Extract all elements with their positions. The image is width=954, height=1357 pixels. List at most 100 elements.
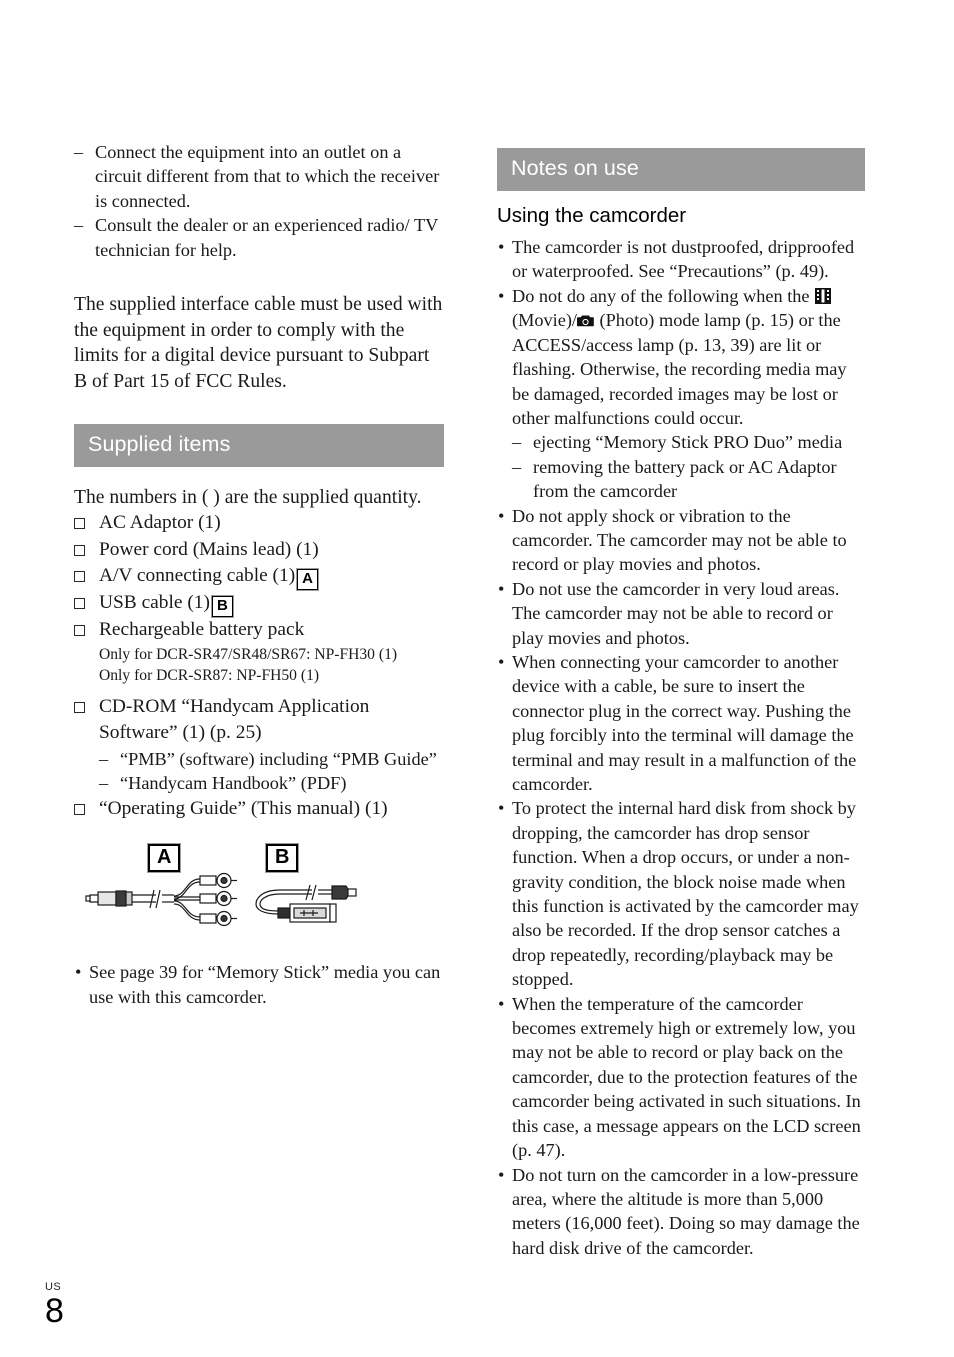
left-column: – Connect the equipment into an outlet on… bbox=[74, 140, 444, 1009]
dash-marker: – bbox=[99, 749, 109, 769]
list-item-text: CD-ROM “Handycam Application Software” (… bbox=[99, 695, 370, 744]
list-item: Power cord (Mains lead) (1) bbox=[74, 537, 444, 564]
checkbox-icon bbox=[74, 571, 85, 583]
list-item-text: Consult the dealer or an experienced rad… bbox=[95, 215, 438, 260]
checkbox-icon bbox=[74, 701, 85, 713]
bullet-marker: • bbox=[498, 798, 505, 819]
bullet-marker: • bbox=[498, 651, 505, 672]
list-item-text: (Movie)/ bbox=[512, 310, 577, 331]
list-item-text: A/V connecting cable (1) bbox=[99, 565, 296, 587]
list-item: – Connect the equipment into an outlet on… bbox=[74, 140, 444, 213]
list-item-text: “Operating Guide” (This manual) (1) bbox=[99, 797, 388, 819]
list-item-text: Do not turn on the camcorder in a low-pr… bbox=[512, 1164, 860, 1258]
list-item-text: The camcorder is not dustproofed, drippr… bbox=[512, 237, 855, 282]
subheading-using-the-camcorder: Using the camcorder bbox=[497, 203, 687, 227]
dash-marker: – bbox=[99, 773, 109, 794]
av-cable-graphic bbox=[85, 873, 237, 927]
memory-stick-note-list: • See page 39 for “Memory Stick” media y… bbox=[74, 960, 444, 1009]
movie-film-icon bbox=[815, 287, 832, 304]
list-item: • Do not do any of the following when th… bbox=[497, 284, 865, 504]
cdrom-sub-list: – “PMB” (software) including “PMB Guide” … bbox=[74, 747, 444, 796]
document-page: – Connect the equipment into an outlet on… bbox=[0, 0, 954, 1357]
list-item: • To protect the internal hard disk from… bbox=[497, 796, 865, 991]
checkbox-icon bbox=[74, 625, 85, 637]
list-item: – removing the battery pack or AC Adaptor… bbox=[512, 455, 865, 504]
list-item-text: When the temperature of the camcorder be… bbox=[512, 993, 861, 1161]
checkbox-icon bbox=[74, 518, 85, 530]
photo-camera-icon bbox=[576, 315, 594, 327]
right-column: Notes on use Using the camcorder • The c… bbox=[497, 148, 865, 1260]
cdrom-item-list: CD-ROM “Handycam Application Software” (… bbox=[74, 694, 444, 747]
supplied-items-list: AC Adaptor (1) Power cord (Mains lead) (… bbox=[74, 510, 444, 644]
list-item: USB cable (1) B bbox=[74, 590, 444, 619]
dash-marker: – bbox=[512, 432, 522, 453]
list-item-text: See page 39 for “Memory Stick” media you… bbox=[89, 962, 441, 1007]
cable-illustration: A B bbox=[74, 843, 444, 936]
bullet-marker: • bbox=[498, 505, 505, 526]
list-item: • Do not use the camcorder in very loud … bbox=[497, 577, 865, 650]
list-item: A/V connecting cable (1) A bbox=[74, 563, 444, 592]
list-item-text: ejecting “Memory Stick PRO Duo” media bbox=[533, 432, 843, 453]
bullet-marker: • bbox=[498, 237, 505, 258]
usb-cable-graphic bbox=[255, 885, 357, 924]
battery-note-2: Only for DCR-SR87: NP-FH50 (1) bbox=[99, 666, 320, 684]
bullet-marker: • bbox=[498, 1164, 505, 1185]
list-item: “Operating Guide” (This manual) (1) bbox=[74, 796, 444, 823]
list-item: – ejecting “Memory Stick PRO Duo” media bbox=[512, 430, 865, 454]
list-item-text: When connecting your camcorder to anothe… bbox=[512, 651, 857, 794]
checkbox-icon bbox=[74, 544, 85, 556]
figure-badge-b: B bbox=[264, 843, 300, 874]
fcc-paragraph: The supplied interface cable must be use… bbox=[74, 294, 443, 392]
list-item: • When connecting your camcorder to anot… bbox=[497, 650, 865, 796]
supplied-items-intro: The numbers in ( ) are the supplied quan… bbox=[74, 486, 422, 508]
list-item-text: removing the battery pack or AC Adaptor … bbox=[533, 456, 837, 502]
list-item-text: “PMB” (software) including “PMB Guide” bbox=[120, 749, 437, 769]
reference-badge-a: A bbox=[296, 568, 320, 592]
list-item-text: Power cord (Mains lead) (1) bbox=[99, 538, 319, 560]
list-item-text: Connect the equipment into an outlet on … bbox=[95, 142, 440, 211]
bullet-marker: • bbox=[498, 285, 505, 306]
fcc-dash-list: – Connect the equipment into an outlet on… bbox=[74, 140, 444, 262]
list-item-text: USB cable (1) bbox=[99, 592, 210, 614]
list-item: AC Adaptor (1) bbox=[74, 510, 444, 537]
list-item: • The camcorder is not dustproofed, drip… bbox=[497, 235, 865, 284]
dash-marker: – bbox=[512, 456, 522, 477]
battery-note-1: Only for DCR-SR47/SR48/SR67: NP-FH30 (1) bbox=[99, 645, 398, 663]
bullet-marker: • bbox=[75, 962, 82, 983]
list-item-text: AC Adaptor (1) bbox=[99, 512, 221, 534]
list-item: • See page 39 for “Memory Stick” media y… bbox=[74, 960, 444, 1009]
checkbox-icon bbox=[74, 803, 85, 815]
dash-marker: – bbox=[74, 142, 84, 162]
list-item-text: Rechargeable battery pack bbox=[99, 619, 305, 641]
list-item-text: “Handycam Handbook” (PDF) bbox=[120, 773, 347, 794]
list-item-text: Do not apply shock or vibration to the c… bbox=[512, 505, 847, 575]
list-item: – Consult the dealer or an experienced ra… bbox=[74, 213, 444, 262]
reference-badge-b: B bbox=[210, 595, 234, 619]
mode-lamp-sub-list: – ejecting “Memory Stick PRO Duo” media –… bbox=[512, 430, 865, 503]
list-item: Rechargeable battery pack bbox=[74, 617, 444, 644]
list-item-text: To protect the internal hard disk from s… bbox=[512, 798, 859, 990]
section-header-notes-on-use: Notes on use bbox=[497, 148, 865, 191]
figure-badge-a: A bbox=[146, 843, 182, 874]
cable-diagram bbox=[85, 873, 357, 927]
page-number: 8 bbox=[45, 1292, 64, 1330]
list-item: – “PMB” (software) including “PMB Guide” bbox=[99, 747, 444, 771]
bullet-marker: • bbox=[498, 578, 505, 599]
list-item: • Do not apply shock or vibration to the… bbox=[497, 504, 865, 577]
notes-bullet-list: • The camcorder is not dustproofed, drip… bbox=[497, 235, 865, 1260]
list-item: – “Handycam Handbook” (PDF) bbox=[99, 771, 444, 795]
checkbox-icon bbox=[74, 598, 85, 610]
section-header-supplied-items: Supplied items bbox=[74, 424, 444, 467]
list-item: • When the temperature of the camcorder … bbox=[497, 992, 865, 1163]
list-item: • Do not turn on the camcorder in a low-… bbox=[497, 1163, 865, 1261]
list-item-text: Do not use the camcorder in very loud ar… bbox=[512, 578, 840, 648]
guide-item-list: “Operating Guide” (This manual) (1) bbox=[74, 796, 444, 823]
dash-marker: – bbox=[74, 215, 84, 236]
